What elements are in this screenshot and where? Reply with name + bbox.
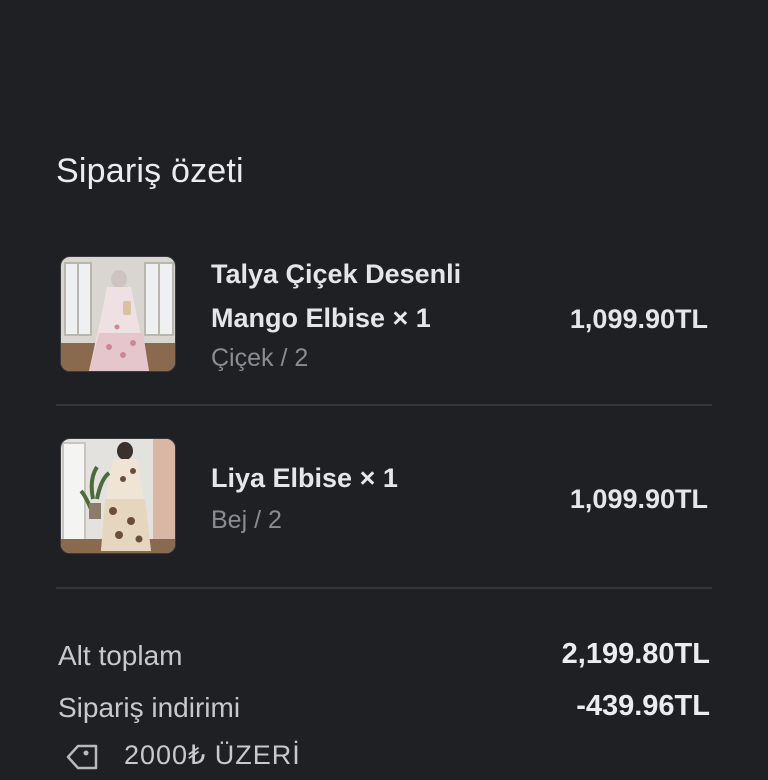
discount-code: 2000₺ ÜZERİ: [124, 740, 301, 770]
product-variant: Çiçek / 2: [211, 344, 309, 372]
divider: [56, 404, 712, 406]
divider: [56, 587, 712, 589]
product-thumbnail: [60, 438, 176, 554]
order-discount-value: -439.96TL: [576, 690, 710, 722]
order-discount-label: Sipariş indirimi: [58, 692, 241, 723]
subtotal-value: 2,199.80TL: [561, 638, 710, 670]
line-item: Liya Elbise × 1 Bej / 2 1,099.90TL: [56, 434, 712, 560]
product-name-line-1: Liya Elbise × 1: [211, 463, 398, 493]
product-name-line-2: Mango Elbise × 1: [211, 303, 431, 333]
line-item: Talya Çiçek Desenli Mango Elbise × 1 Çiç…: [56, 252, 712, 378]
product-price: 1,099.90TL: [569, 484, 708, 514]
product-name-line-1: Talya Çiçek Desenli: [211, 259, 462, 289]
subtotal-label: Alt toplam: [58, 640, 183, 671]
tag-icon: [64, 742, 100, 777]
product-price: 1,099.90TL: [569, 304, 708, 334]
product-thumbnail: [60, 256, 176, 372]
product-variant: Bej / 2: [211, 506, 282, 534]
product-name: Talya Çiçek Desenli Mango Elbise × 1: [211, 252, 531, 340]
order-summary-title: Sipariş özeti: [56, 152, 244, 190]
product-name: Liya Elbise × 1: [211, 456, 531, 500]
